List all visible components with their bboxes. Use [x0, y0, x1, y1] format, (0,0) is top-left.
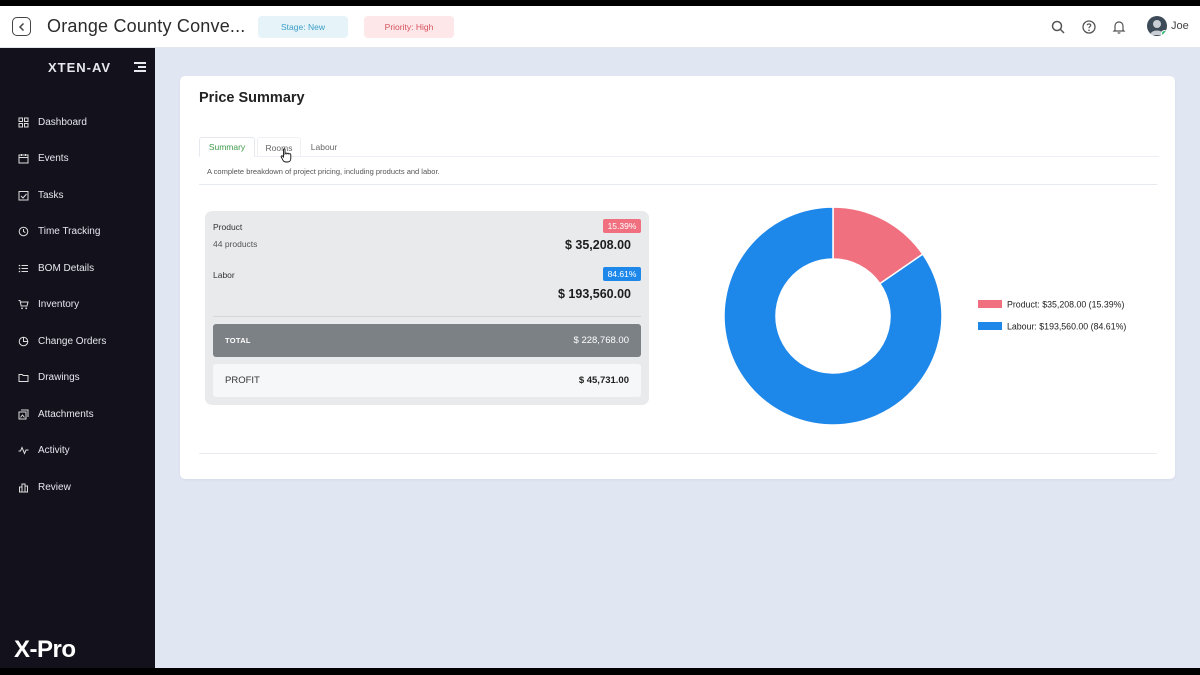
menu-toggle-icon[interactable]: [134, 62, 146, 72]
sidebar-nav: Dashboard Events Tasks Time Tracking BOM…: [0, 104, 155, 506]
sidebar-item-change-orders[interactable]: Change Orders: [0, 323, 155, 360]
clock-icon: [18, 226, 29, 237]
app-window: Orange County Conve... Stage: New Priori…: [0, 6, 1200, 668]
sidebar-item-label: Review: [38, 481, 71, 493]
pie-icon: [18, 336, 29, 347]
priority-badge[interactable]: Priority: High: [364, 16, 454, 38]
checkbox-icon: [18, 190, 29, 201]
profit-label: PROFIT: [225, 375, 260, 386]
sidebar: XTEN-AV Dashboard Events Tasks Time Trac…: [0, 48, 155, 668]
pulse-icon: [18, 445, 29, 456]
back-button[interactable]: [12, 17, 31, 36]
help-icon[interactable]: [1081, 19, 1097, 35]
product-percent-badge: 15.39%: [603, 219, 641, 233]
grid-icon: [18, 117, 29, 128]
price-donut-chart: Product: $35,208.00 (15.39%) Labour: $193…: [700, 206, 1160, 436]
chevron-left-icon: [18, 22, 24, 31]
product-amount: $ 35,208.00: [564, 238, 631, 252]
cart-icon: [18, 299, 29, 310]
online-status-dot: [1161, 30, 1167, 36]
sidebar-item-label: Activity: [38, 445, 70, 457]
divider: [199, 184, 1157, 185]
legend-swatch-product[interactable]: [978, 300, 1002, 308]
sidebar-item-label: Events: [38, 153, 69, 165]
legend-label-labour[interactable]: Labour: $193,560.00 (84.61%): [1007, 322, 1126, 332]
sidebar-item-activity[interactable]: Activity: [0, 433, 155, 470]
divider: [213, 316, 641, 317]
bell-icon[interactable]: [1111, 19, 1127, 35]
product-label: Product: [213, 222, 243, 232]
sidebar-item-review[interactable]: Review: [0, 469, 155, 506]
page-title: Price Summary: [199, 90, 305, 106]
sidebar-item-label: BOM Details: [38, 262, 95, 274]
sidebar-item-drawings[interactable]: Drawings: [0, 360, 155, 397]
legend-swatch-labour[interactable]: [978, 322, 1002, 330]
product-count: 44 products: [213, 239, 258, 249]
total-amount: $ 228,768.00: [573, 335, 629, 346]
bar-chart-icon: [18, 482, 29, 493]
calendar-icon: [18, 153, 29, 164]
total-label: TOTAL: [225, 336, 251, 345]
sidebar-item-events[interactable]: Events: [0, 141, 155, 178]
labor-amount: $ 193,560.00: [558, 287, 631, 301]
donut-chart-svg: Product: $35,208.00 (15.39%) Labour: $193…: [723, 206, 1126, 426]
avatar[interactable]: [1147, 16, 1167, 36]
total-row: TOTAL $ 228,768.00: [213, 324, 641, 357]
sidebar-item-label: Inventory: [38, 299, 80, 311]
user-name[interactable]: Joe: [1171, 20, 1189, 32]
sidebar-item-label: Time Tracking: [38, 226, 101, 238]
sidebar-item-label: Dashboard: [38, 116, 87, 128]
tab-bar: Summary Rooms Labour: [199, 137, 1159, 157]
folder-icon: [18, 372, 29, 383]
sidebar-item-dashboard[interactable]: Dashboard: [0, 104, 155, 141]
price-summary-card: Price Summary Summary Rooms Labour A com…: [180, 76, 1175, 479]
labor-label: Labor: [213, 270, 235, 280]
project-title: Orange County Conve...: [47, 16, 246, 36]
tab-labour[interactable]: Labour: [305, 137, 343, 157]
sidebar-item-time-tracking[interactable]: Time Tracking: [0, 214, 155, 251]
sidebar-item-attachments[interactable]: Attachments: [0, 396, 155, 433]
page-description: A complete breakdown of project pricing,…: [207, 167, 440, 176]
sidebar-item-label: Drawings: [38, 372, 80, 384]
sidebar-item-inventory[interactable]: Inventory: [0, 287, 155, 324]
sidebar-item-label: Change Orders: [38, 335, 107, 347]
stage-badge[interactable]: Stage: New: [258, 16, 348, 38]
xpro-logo: X-Pro: [14, 636, 76, 663]
search-icon[interactable]: [1050, 19, 1066, 35]
top-header: Orange County Conve... Stage: New Priori…: [0, 6, 1200, 48]
tab-rooms[interactable]: Rooms: [257, 137, 301, 157]
profit-row: PROFIT $ 45,731.00: [213, 364, 641, 397]
sidebar-item-bom-details[interactable]: BOM Details: [0, 250, 155, 287]
price-breakdown-panel: Product 44 products 15.39% $ 35,208.00 L…: [205, 211, 649, 405]
sidebar-item-label: Tasks: [38, 189, 64, 201]
sidebar-item-tasks[interactable]: Tasks: [0, 177, 155, 214]
hand-cursor-icon: [280, 148, 292, 163]
sidebar-item-label: Attachments: [38, 408, 94, 420]
brand-logo[interactable]: XTEN-AV: [48, 60, 111, 75]
list-icon: [18, 263, 29, 274]
attachment-icon: [18, 409, 29, 420]
legend-label-product[interactable]: Product: $35,208.00 (15.39%): [1007, 300, 1124, 310]
labor-percent-badge: 84.61%: [603, 267, 641, 281]
profit-amount: $ 45,731.00: [578, 375, 629, 386]
tab-summary[interactable]: Summary: [199, 137, 255, 157]
divider: [199, 453, 1157, 454]
